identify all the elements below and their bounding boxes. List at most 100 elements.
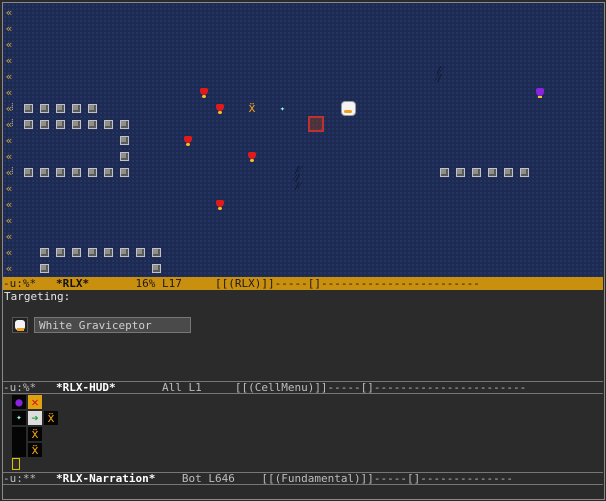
edge-arrow-icon: « (5, 230, 13, 243)
wall-block (56, 104, 65, 113)
wall-block (56, 168, 65, 177)
wall-block (120, 120, 129, 129)
edge-arrow-icon: « (5, 150, 13, 163)
green-arrow-icon: ➔ (31, 411, 39, 425)
narration-modeline: -u:** *RLX-Narration* Bot L646 [[(Fundam… (3, 472, 603, 485)
modeline-position: Bot (181, 472, 202, 485)
wall-block (72, 104, 81, 113)
hud-cell[interactable]: ✦ (12, 411, 26, 425)
orange-crab-icon: ẍ (47, 411, 55, 425)
wall-block (56, 120, 65, 129)
modeline-mode[interactable]: [[(Fundamental)]]-----[]-------------- (261, 473, 513, 484)
edge-arrow-icon: « (5, 262, 13, 275)
wall-block (72, 248, 81, 257)
gate-icon: ⁞ (11, 102, 14, 113)
wall-block (40, 168, 49, 177)
wall-block (40, 104, 49, 113)
hud-modeline: -u:%* *RLX-HUD* All L1 [[(CellMenu)]]---… (3, 381, 603, 394)
edge-arrow-icon: « (5, 86, 13, 99)
hud-cell[interactable]: ẍ (44, 411, 58, 425)
modeline-mode[interactable]: [[(CellMenu)]]-----[]-------------------… (235, 382, 526, 393)
edge-arrow-icon: « (5, 134, 13, 147)
wall-block (72, 168, 81, 177)
edge-arrow-icon: « (5, 246, 13, 259)
wall-block (40, 264, 49, 273)
purple-fly-icon[interactable] (534, 87, 546, 99)
purple-fly-icon: ● (15, 395, 23, 409)
wall-block (120, 152, 129, 161)
wall-block (440, 168, 449, 177)
wall-block (88, 104, 97, 113)
hud-cell[interactable]: ● (12, 395, 26, 409)
wall-block (24, 168, 33, 177)
modeline-line: L1 (188, 381, 202, 394)
target-cursor-icon[interactable] (308, 116, 324, 132)
modeline-flags: -u:** (3, 472, 37, 485)
wall-block (456, 168, 465, 177)
wall-block (104, 168, 113, 177)
modeline-buffer-name[interactable]: *RLX-HUD* (56, 382, 116, 393)
red-x-icon: ✕ (31, 395, 39, 409)
modeline-flags: -u:%* (3, 381, 37, 394)
target-name[interactable]: White Graviceptor (34, 317, 191, 333)
hud-cell-blank (12, 427, 26, 457)
wall-block (504, 168, 513, 177)
edge-arrow-icon: « (5, 182, 13, 195)
modeline-buffer-name[interactable]: *RLX* (56, 277, 89, 290)
wall-block (520, 168, 529, 177)
modeline-line: L646 (208, 472, 235, 485)
wall-block (152, 264, 161, 273)
edge-arrow-icon: « (5, 6, 13, 19)
edge-arrow-icon: « (5, 38, 13, 51)
gate-icon: ⁞ (11, 166, 14, 177)
modeline-mode[interactable]: [[(RLX)]]-----[]------------------------ (215, 277, 480, 290)
wall-block (488, 168, 497, 177)
modeline-line: L17 (161, 277, 182, 290)
red-fly-icon[interactable] (198, 87, 210, 99)
wall-block (40, 248, 49, 257)
modeline-flags: -u:%* (3, 277, 37, 290)
scratch-marks-icon: /⁄ (294, 181, 301, 192)
wall-block (120, 248, 129, 257)
hud-cell[interactable]: ✕ (28, 395, 42, 409)
gate-icon: ⁞ (11, 118, 14, 129)
text-cursor (12, 458, 20, 470)
modeline-position: All (161, 381, 182, 394)
targeting-label: Targeting: (4, 290, 71, 303)
edge-arrow-icon: « (5, 22, 13, 35)
red-fly-icon[interactable] (214, 103, 226, 115)
wall-block (88, 248, 97, 257)
edge-arrow-icon: « (5, 70, 13, 83)
modeline-position: 16% (135, 277, 156, 290)
white-graviceptor-icon (12, 317, 28, 333)
orange-crab-icon: ẍ (31, 443, 39, 457)
orange-crab-icon: ẍ (31, 427, 39, 441)
edge-arrow-icon: « (5, 54, 13, 67)
red-fly-icon[interactable] (246, 151, 258, 163)
wall-block (120, 168, 129, 177)
wall-block (40, 120, 49, 129)
orange-crab-icon[interactable]: ẍ (245, 102, 259, 114)
game-map[interactable]: « « « « « « « « « « « « « « « « « ⁞ ⁞ ⁞ (3, 3, 603, 277)
wall-block (56, 248, 65, 257)
wall-block (88, 120, 97, 129)
modeline-buffer-name[interactable]: *RLX-Narration* (56, 473, 155, 484)
wall-block (104, 120, 113, 129)
hud-cell[interactable]: ẍ (28, 427, 42, 441)
edge-arrow-icon: « (5, 198, 13, 211)
hud-cell[interactable]: ẍ (28, 443, 42, 457)
edge-arrow-icon: « (5, 214, 13, 227)
hud-cell[interactable]: ➔ (28, 411, 42, 425)
scratch-marks-icon: /⁄ ⁄/ (436, 65, 443, 84)
wall-block (120, 136, 129, 145)
wall-block (136, 248, 145, 257)
white-graviceptor-icon[interactable] (340, 100, 356, 116)
map-modeline: -u:%* *RLX* 16% L17 [[(RLX)]]-----[]----… (3, 277, 603, 290)
red-fly-icon[interactable] (214, 199, 226, 211)
wall-block (472, 168, 481, 177)
spark-icon: ✦ (16, 413, 22, 423)
wall-block (88, 168, 97, 177)
red-fly-icon[interactable] (182, 135, 194, 147)
wall-block (104, 248, 113, 257)
wall-block (24, 104, 33, 113)
